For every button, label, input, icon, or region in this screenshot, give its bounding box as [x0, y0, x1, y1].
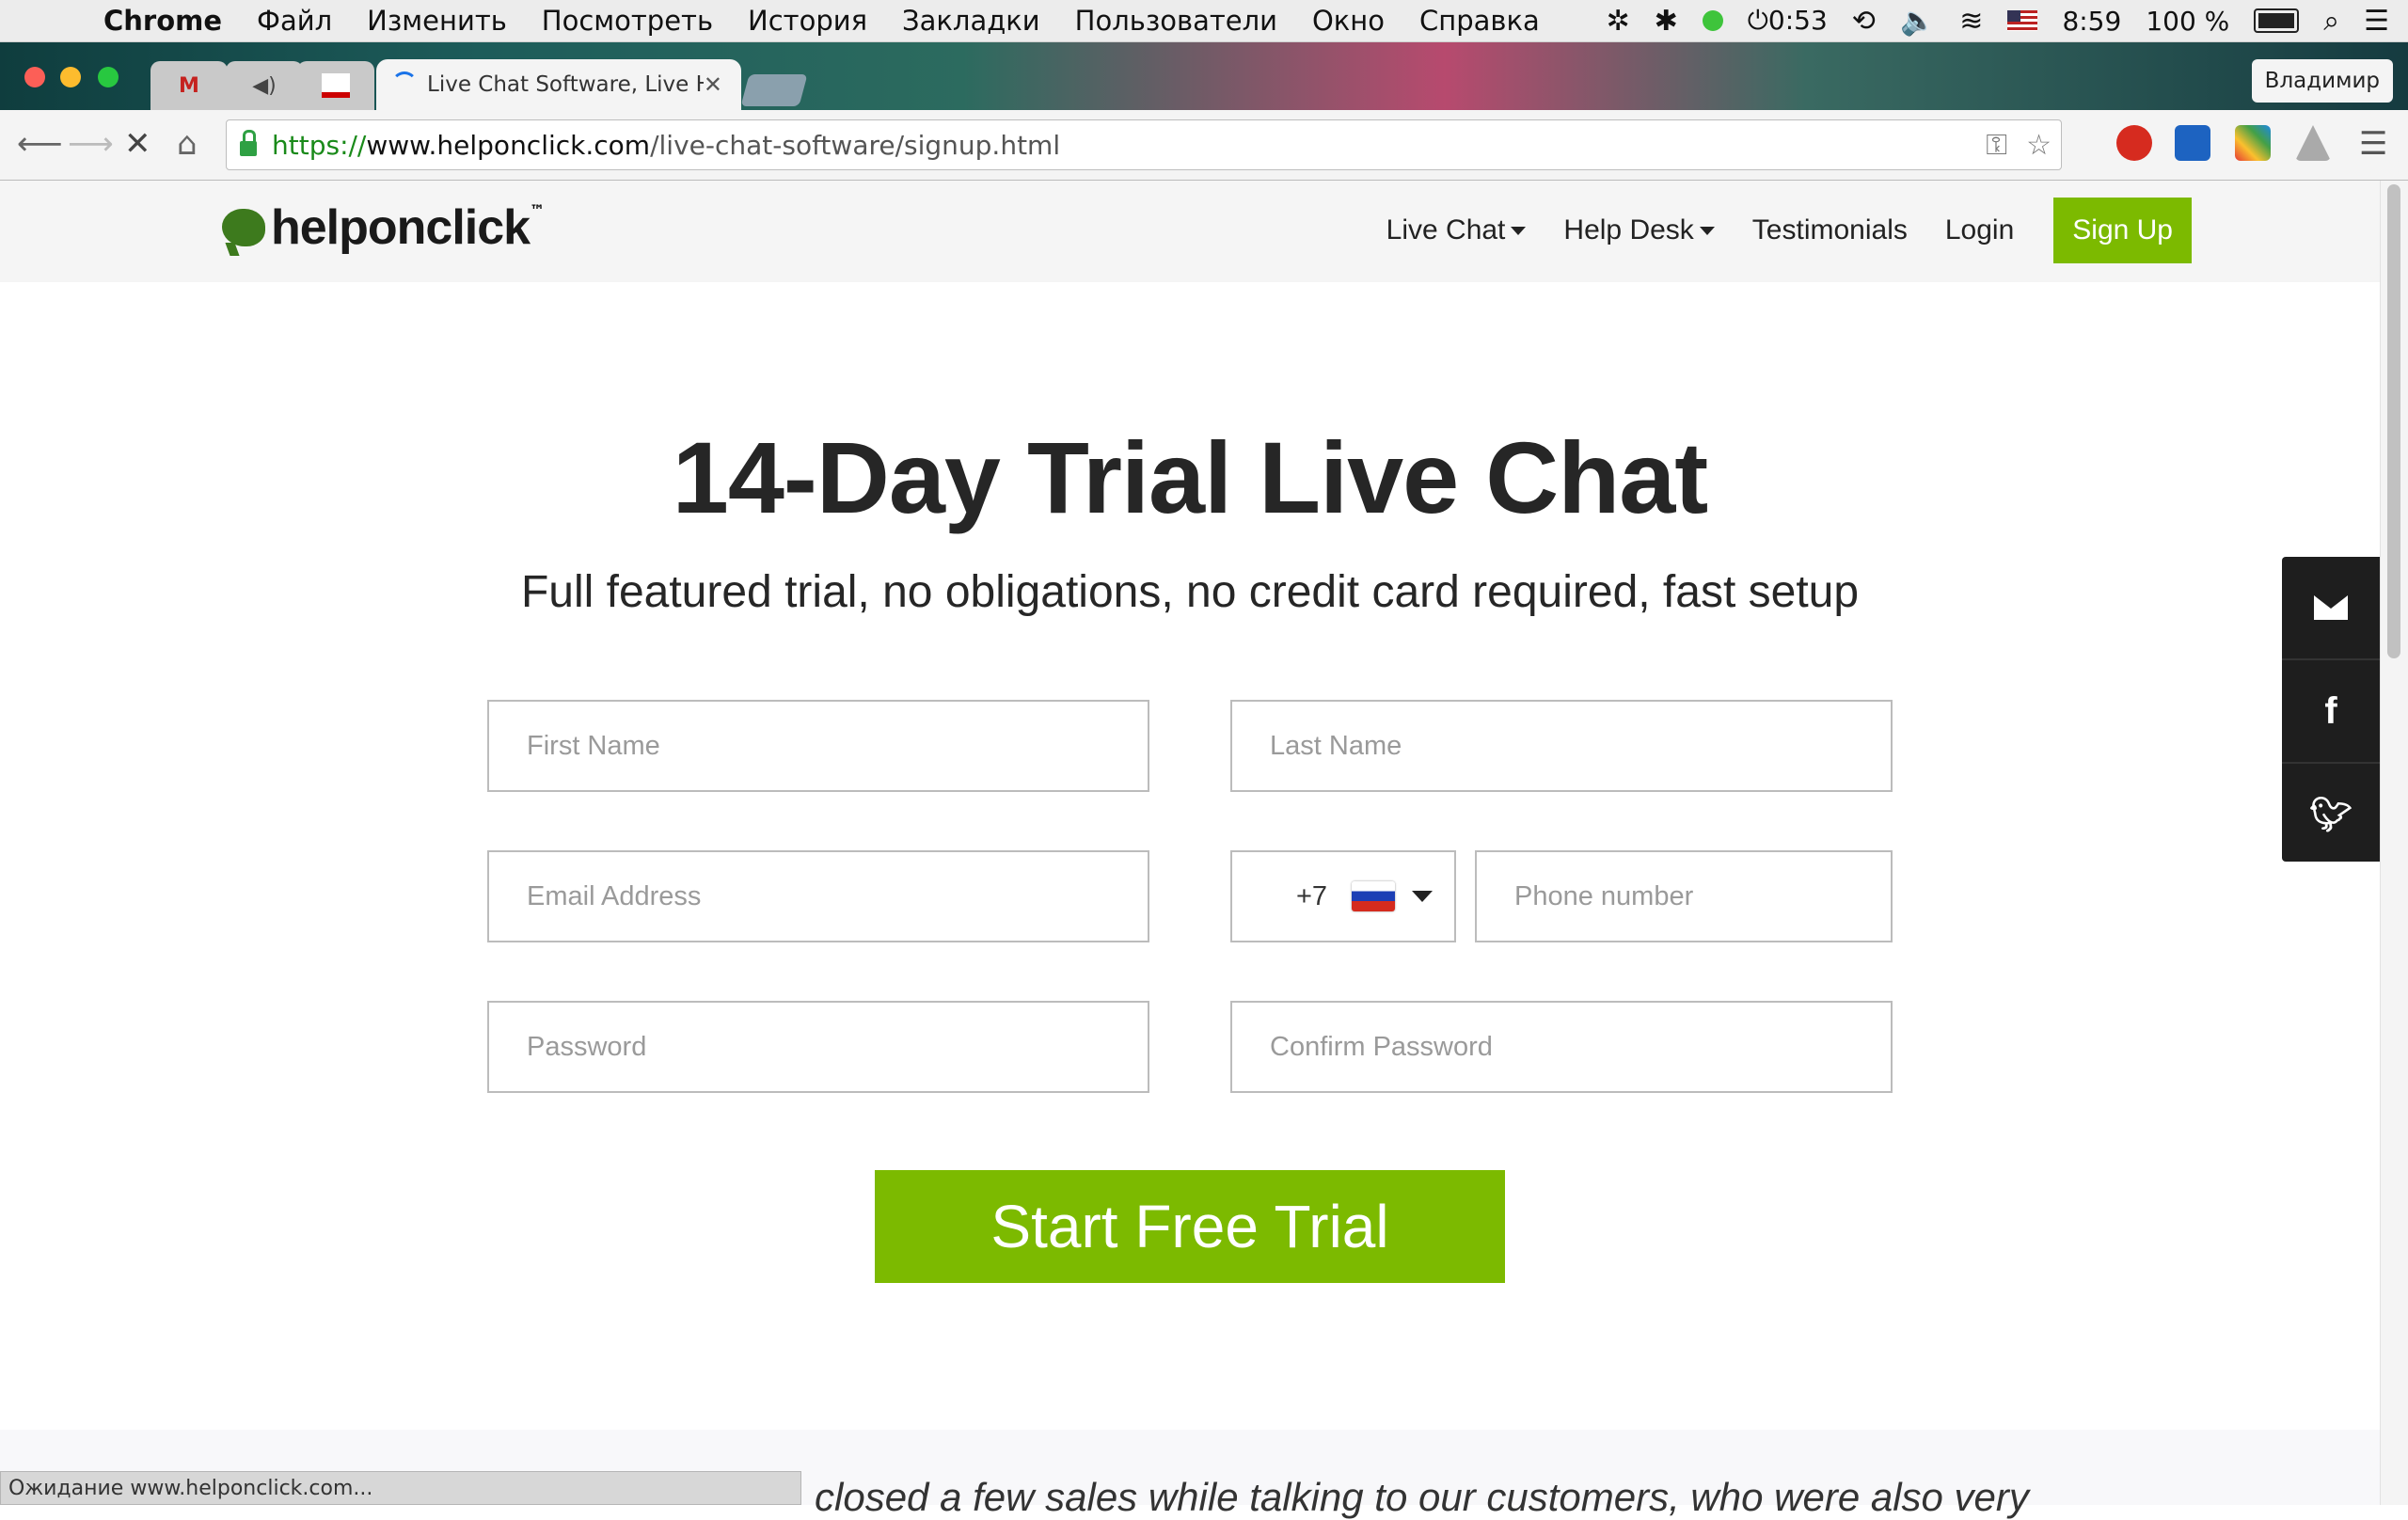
clock[interactable]: 8:59	[2062, 6, 2121, 37]
url-host: www.helponclick.com	[366, 129, 651, 161]
notification-center-icon[interactable]: ☰	[2364, 5, 2389, 38]
menu-item-edit[interactable]: Изменить	[367, 5, 507, 37]
twitter-icon: 🐦︎	[2309, 795, 2353, 833]
last-name-field[interactable]: Last Name	[1230, 700, 1893, 792]
password-field[interactable]: Password	[487, 1001, 1149, 1093]
testimonial-text: closed a few sales while talking to our …	[815, 1475, 2029, 1519]
key-icon[interactable]: ⚿	[1986, 129, 2007, 162]
caret-down-icon	[1699, 226, 1715, 235]
address-bar[interactable]: https://www.helponclick.com/live-chat-so…	[226, 119, 2062, 170]
browser-tab-strip: M ◀) Live Chat Software, Live He ✕ Влади…	[0, 42, 2408, 110]
profile-button[interactable]: Владимир	[2251, 59, 2393, 103]
asterisk-icon[interactable]: ✱	[1655, 5, 1678, 38]
logo-text: helponclick	[271, 200, 531, 255]
nav-login[interactable]: Login	[1945, 214, 2014, 246]
forward-arrow-icon[interactable]: ⟶	[68, 125, 114, 163]
macos-menu-bar: Chrome Файл Изменить Посмотреть История …	[0, 0, 2408, 42]
email-field[interactable]: Email Address	[487, 850, 1149, 942]
share-email-button[interactable]	[2282, 557, 2380, 658]
drive-extension-icon[interactable]	[2295, 125, 2331, 161]
main-nav: Live Chat Help Desk Testimonials Login S…	[1349, 198, 2192, 263]
volume-icon[interactable]: 🔈	[1900, 5, 1935, 38]
loading-spinner-icon	[391, 71, 418, 98]
chevron-down-icon	[1412, 891, 1434, 902]
nav-testimonials[interactable]: Testimonials	[1752, 214, 1908, 246]
nav-help-desk[interactable]: Help Desk	[1563, 214, 1715, 246]
close-window-button[interactable]	[24, 67, 45, 87]
tab-favicon-icon	[322, 73, 350, 98]
speaker-icon: ◀)	[252, 73, 277, 98]
timer-text: 0:53	[1767, 5, 1828, 36]
phone-number-field[interactable]: Phone number	[1475, 850, 1893, 942]
tab-third[interactable]	[297, 61, 374, 110]
adblock-extension-icon[interactable]	[2116, 125, 2152, 161]
menu-item-view[interactable]: Посмотреть	[542, 5, 713, 37]
facebook-icon: f	[2324, 689, 2337, 732]
url-path: /live-chat-software/signup.html	[650, 129, 1061, 161]
country-code-select[interactable]: +7	[1230, 850, 1456, 942]
stop-loading-icon[interactable]: ✕	[124, 125, 151, 163]
share-twitter-button[interactable]: 🐦︎	[2282, 764, 2380, 865]
start-free-trial-button[interactable]: Start Free Trial	[875, 1170, 1505, 1283]
menu-item-help[interactable]: Справка	[1419, 5, 1540, 37]
menu-item-window[interactable]: Окно	[1312, 5, 1385, 37]
zoom-window-button[interactable]	[98, 67, 119, 87]
browser-status-bar: Ожидание www.helponclick.com...	[0, 1471, 801, 1505]
nav-signup-button[interactable]: Sign Up	[2053, 198, 2192, 263]
logo-trademark: ™	[530, 201, 546, 219]
page-subtitle: Full featured trial, no obligations, no …	[520, 567, 1860, 617]
chrome-menu-icon[interactable]: ☰	[2359, 125, 2387, 163]
green-status-icon[interactable]	[1702, 10, 1723, 31]
caret-down-icon	[1511, 226, 1527, 235]
home-icon[interactable]: ⌂	[177, 125, 198, 163]
menu-item-file[interactable]: Файл	[257, 5, 332, 37]
confirm-password-field[interactable]: Confirm Password	[1230, 1001, 1893, 1093]
chat-bubble-logo-icon	[222, 209, 265, 246]
tab-active[interactable]: Live Chat Software, Live He ✕	[376, 59, 741, 110]
social-share-bar: f 🐦︎	[2282, 557, 2380, 862]
back-arrow-icon[interactable]: ⟵	[17, 125, 63, 163]
browser-toolbar: ⟵ ⟶ ✕ ⌂ https://www.helponclick.com/live…	[0, 110, 2408, 181]
page-title: 14-Day Trial Live Chat	[672, 420, 1708, 534]
site-header: helponclick ™ Live Chat Help Desk Testim…	[0, 181, 2380, 282]
battery-percent[interactable]: 100 %	[2146, 6, 2229, 37]
minimize-window-button[interactable]	[60, 67, 81, 87]
site-logo[interactable]: helponclick ™	[222, 199, 545, 256]
close-tab-icon[interactable]: ✕	[704, 71, 722, 98]
first-name-field[interactable]: First Name	[487, 700, 1149, 792]
bookmark-star-icon[interactable]: ☆	[2026, 129, 2052, 162]
tab-audio[interactable]: ◀)	[226, 61, 303, 110]
nav-help-desk-label: Help Desk	[1563, 214, 1694, 245]
new-tab-button[interactable]	[740, 74, 808, 106]
colorful-extension-icon[interactable]	[2235, 125, 2271, 161]
country-code: +7	[1296, 880, 1328, 911]
signup-section: 14-Day Trial Live Chat Full featured tri…	[0, 282, 2380, 1430]
wifi-icon[interactable]: ≋	[1959, 5, 1983, 38]
input-source-flag-icon[interactable]	[2007, 10, 2038, 31]
url-scheme: https://	[272, 129, 367, 161]
russia-flag-icon	[1352, 881, 1396, 911]
nav-live-chat[interactable]: Live Chat	[1386, 214, 1527, 246]
nav-live-chat-label: Live Chat	[1386, 214, 1506, 245]
battery-icon[interactable]	[2254, 8, 2300, 33]
gmail-icon: M	[179, 73, 199, 98]
menu-item-history[interactable]: История	[748, 5, 867, 37]
time-machine-icon[interactable]: ⟲	[1852, 5, 1876, 38]
tab-gmail[interactable]: M	[150, 61, 228, 110]
timer-indicator[interactable]: ⏻0:53	[1748, 5, 1828, 37]
scrollbar-thumb[interactable]	[2387, 184, 2400, 658]
tab-title: Live Chat Software, Live He	[427, 72, 704, 97]
menu-item-people[interactable]: Пользователи	[1075, 5, 1277, 37]
menu-item-bookmarks[interactable]: Закладки	[902, 5, 1040, 37]
envelope-icon	[2314, 595, 2348, 620]
status-area: ✲ ✱ ⏻0:53 ⟲ 🔈 ≋ 8:59 100 % ⌕ ☰	[1606, 0, 2389, 41]
aperture-icon[interactable]: ✲	[1606, 5, 1629, 38]
translate-extension-icon[interactable]	[2175, 125, 2210, 161]
share-facebook-button[interactable]: f	[2282, 660, 2380, 762]
spotlight-search-icon[interactable]: ⌕	[2323, 5, 2339, 38]
power-icon: ⏻	[1747, 5, 1768, 36]
secure-lock-icon[interactable]	[240, 130, 257, 156]
menu-app-name[interactable]: Chrome	[103, 5, 222, 37]
